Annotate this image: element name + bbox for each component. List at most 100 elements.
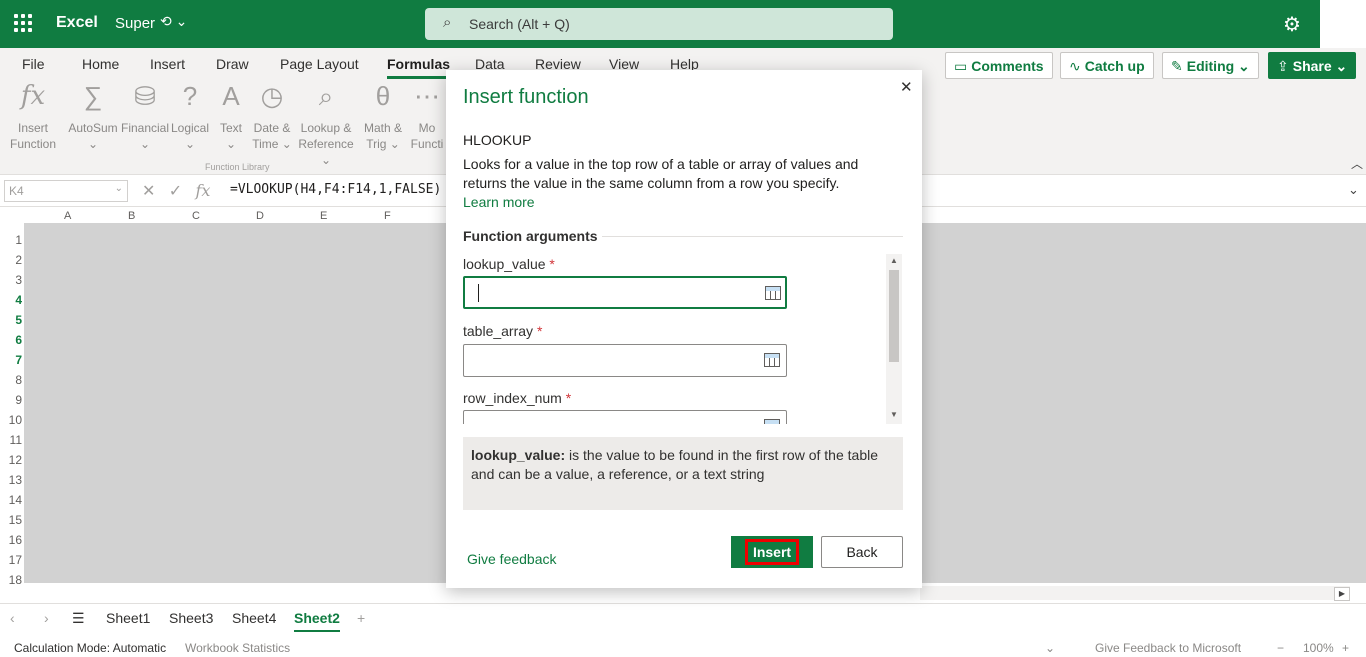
title-bar: Excel Super ⟲ ⌄ ⌕ Search (Alt + Q) ⚙ — [0, 0, 1320, 48]
zoom-level[interactable]: 100% — [1303, 641, 1334, 655]
close-icon[interactable]: ✕ — [900, 78, 913, 96]
settings-gear-icon[interactable]: ⚙ — [1283, 12, 1301, 37]
catch-up-button[interactable]: ∿ Catch up — [1060, 52, 1154, 79]
logical-button[interactable]: ? Logical ⌄ — [170, 83, 210, 152]
row-header[interactable]: 7 — [0, 350, 24, 370]
financial-button[interactable]: ⛁ Financial ⌄ — [120, 83, 170, 152]
sheet-tab[interactable]: Sheet3 — [169, 610, 213, 626]
select-range-icon[interactable] — [765, 286, 781, 300]
status-caret-icon[interactable]: ⌄ — [1045, 641, 1055, 655]
formula-input[interactable]: =VLOOKUP(H4,F4:F14,1,FALSE) — [230, 182, 441, 197]
insert-function-dialog: ✕ Insert function HLOOKUP Looks for a va… — [446, 70, 922, 588]
row-header[interactable]: 3 — [0, 270, 24, 290]
row-header[interactable]: 9 — [0, 390, 24, 410]
learn-more-link[interactable]: Learn more — [463, 194, 535, 210]
search-icon: ⌕ — [443, 14, 452, 31]
search-box[interactable]: ⌕ Search (Alt + Q) — [425, 8, 893, 40]
app-name[interactable]: Excel — [56, 14, 98, 32]
expand-formula-bar-icon[interactable]: ⌄ — [1348, 182, 1359, 198]
back-button[interactable]: Back — [821, 536, 903, 568]
row-header[interactable]: 13 — [0, 470, 24, 490]
next-sheet-icon[interactable]: › — [44, 610, 49, 626]
insert-button[interactable]: Insert — [731, 536, 813, 568]
row-header[interactable]: 1 — [0, 230, 24, 250]
tab-page-layout[interactable]: Page Layout — [280, 56, 359, 72]
row-header[interactable]: 17 — [0, 550, 24, 570]
cancel-icon[interactable]: ✕ — [142, 183, 155, 200]
horizontal-scrollbar[interactable] — [920, 586, 1350, 600]
formula-bar-icons: ✕ ✓ fx — [142, 181, 210, 201]
arguments-scrollbar[interactable]: ▲ ▼ — [886, 254, 902, 424]
column-header[interactable]: B — [128, 210, 135, 222]
prev-sheet-icon[interactable]: ‹ — [10, 610, 15, 626]
workbook-statistics[interactable]: Workbook Statistics — [185, 641, 290, 655]
help-term: lookup_value: — [471, 447, 566, 463]
autosum-button[interactable]: ∑ AutoSum ⌄ — [68, 83, 118, 152]
scroll-down-icon[interactable]: ▼ — [890, 410, 898, 419]
name-box[interactable]: K4 ⌄ — [4, 180, 128, 202]
math-trig-button[interactable]: θ Math & Trig ⌄ — [360, 83, 406, 152]
insert-function-button[interactable]: fx Insert Function — [8, 83, 58, 152]
tab-file[interactable]: File — [22, 56, 45, 72]
lookup-value-input[interactable] — [463, 276, 787, 309]
scroll-up-icon[interactable]: ▲ — [890, 256, 898, 265]
row-header[interactable]: 11 — [0, 430, 24, 450]
sheet-tab[interactable]: Sheet4 — [232, 610, 276, 626]
row-header[interactable]: 10 — [0, 410, 24, 430]
give-feedback-link[interactable]: Give feedback — [467, 551, 557, 567]
column-header[interactable]: D — [256, 210, 264, 222]
row-header[interactable]: 2 — [0, 250, 24, 270]
add-sheet-icon[interactable]: + — [357, 610, 365, 626]
pencil-icon: ✎ — [1171, 58, 1183, 74]
app-launcher-icon[interactable] — [14, 14, 34, 34]
row-header[interactable]: 5 — [0, 310, 24, 330]
more-functions-icon: ⋯ — [414, 88, 440, 111]
share-button[interactable]: ⇪ Share ⌄ — [1268, 52, 1357, 79]
calculation-mode[interactable]: Calculation Mode: Automatic — [14, 641, 166, 655]
scrollbar-thumb[interactable] — [889, 270, 899, 362]
row-header[interactable]: 18 — [0, 570, 24, 590]
document-status-icon[interactable]: ⟲ ⌄ — [160, 13, 187, 30]
function-description: Looks for a value in the top row of a ta… — [463, 156, 859, 191]
row-header[interactable]: 6 — [0, 330, 24, 350]
select-range-icon[interactable] — [764, 419, 780, 424]
column-header[interactable]: C — [192, 210, 200, 222]
all-sheets-menu-icon[interactable]: ☰ — [72, 610, 85, 627]
text-button[interactable]: A Text ⌄ — [214, 83, 248, 152]
table-array-input[interactable] — [463, 344, 787, 377]
sheet-tab-active[interactable]: Sheet2 — [294, 610, 340, 632]
collapse-ribbon-icon[interactable]: ︿ — [1351, 155, 1363, 172]
date-time-button[interactable]: ◷ Date & Time ⌄ — [250, 83, 294, 152]
row-index-num-input[interactable] — [463, 410, 787, 424]
column-header[interactable]: E — [320, 210, 327, 222]
editing-mode-button[interactable]: ✎ Editing ⌄ — [1162, 52, 1259, 79]
zoom-in-icon[interactable]: + — [1342, 641, 1349, 655]
lookup-reference-button[interactable]: ⌕ Lookup & Reference ⌄ — [294, 81, 358, 168]
column-header[interactable]: F — [384, 210, 391, 222]
sheet-tab[interactable]: Sheet1 — [106, 610, 150, 626]
magnifier-icon: ⌕ — [318, 81, 334, 111]
row-headers: 1 2 3 4 5 6 7 8 9 10 11 12 13 14 15 16 1… — [0, 230, 24, 590]
tab-draw[interactable]: Draw — [216, 56, 249, 72]
tab-formulas[interactable]: Formulas — [387, 56, 451, 79]
column-header[interactable]: A — [64, 210, 71, 222]
scroll-right-icon[interactable]: ▶ — [1334, 587, 1350, 601]
tab-home[interactable]: Home — [82, 56, 119, 72]
row-header[interactable]: 4 — [0, 290, 24, 310]
select-range-icon[interactable] — [764, 353, 780, 367]
tab-insert[interactable]: Insert — [150, 56, 185, 72]
zoom-out-icon[interactable]: − — [1277, 641, 1284, 655]
row-header[interactable]: 12 — [0, 450, 24, 470]
sheet-tab-bar: ‹ › ☰ Sheet1 Sheet3 Sheet4 Sheet2 + — [0, 603, 1366, 633]
row-header[interactable]: 14 — [0, 490, 24, 510]
confirm-icon[interactable]: ✓ — [169, 183, 182, 200]
row-header[interactable]: 15 — [0, 510, 24, 530]
give-feedback-microsoft[interactable]: Give Feedback to Microsoft — [1095, 641, 1241, 655]
row-header[interactable]: 8 — [0, 370, 24, 390]
comments-button[interactable]: ▭ Comments — [945, 52, 1053, 79]
function-library-label: Function Library — [205, 162, 270, 172]
row-header[interactable]: 16 — [0, 530, 24, 550]
document-name[interactable]: Super — [115, 15, 155, 32]
fx-icon[interactable]: fx — [196, 181, 211, 200]
more-functions-button[interactable]: ⋯ Mo Functi — [408, 88, 446, 152]
